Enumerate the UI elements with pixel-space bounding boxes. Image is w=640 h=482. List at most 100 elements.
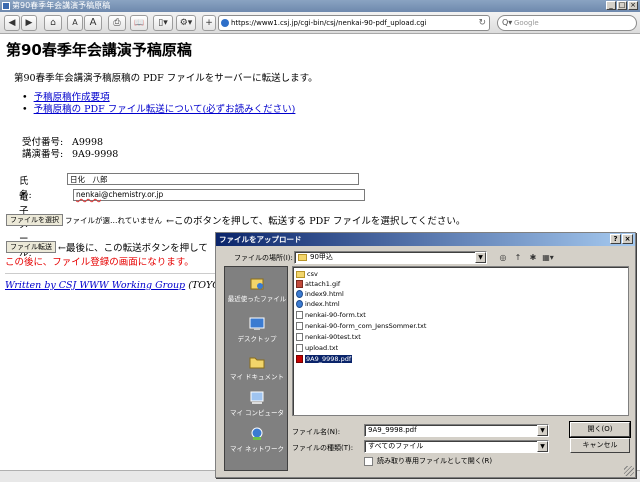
place-my-network[interactable]: マイ ネットワーク <box>225 427 289 453</box>
text-file-icon <box>296 311 303 319</box>
text-file-icon <box>296 322 303 330</box>
maximize-button[interactable]: □ <box>617 1 627 10</box>
documents-folder-icon <box>249 357 265 369</box>
place-label: マイ ネットワーク <box>229 445 285 453</box>
email-prefix: nenkai <box>76 190 102 199</box>
list-item[interactable]: upload.txt <box>296 343 338 353</box>
email-domain: @chemistry.or.jp <box>101 190 164 199</box>
list-item[interactable]: index.html <box>296 299 340 309</box>
url-field[interactable]: https://www1.csj.jp/cgi-bin/csj/nenkai-9… <box>218 15 490 31</box>
font-smaller-button[interactable]: A <box>67 15 83 31</box>
globe-icon <box>221 19 229 27</box>
back-folder-icon[interactable]: ◎ <box>497 252 509 263</box>
desktop-icon <box>249 317 265 330</box>
app-icon <box>2 2 10 10</box>
home-button[interactable]: ⌂ <box>44 15 62 31</box>
location-combo[interactable]: 90甲込 ▼ <box>294 251 487 264</box>
pdf-transfer-info-link[interactable]: 予稿原稿の PDF ファイル転送について(必ずお読みください) <box>34 104 296 115</box>
folder-icon <box>296 270 305 278</box>
choose-file-button[interactable]: ファイルを選択 <box>6 214 63 226</box>
place-my-documents[interactable]: マイ ドキュメント <box>225 355 289 381</box>
forward-button[interactable]: ▶ <box>21 15 37 31</box>
transfer-button[interactable]: ファイル転送 <box>6 241 56 253</box>
filetype-select[interactable]: すべてのファイル ▼ <box>364 440 549 453</box>
resize-grip[interactable] <box>624 466 634 476</box>
checkbox-box[interactable] <box>364 456 373 466</box>
view-menu-icon[interactable]: ▦▾ <box>542 252 554 263</box>
cancel-button[interactable]: キャンセル <box>570 438 630 453</box>
info-row: 講演番号: 9A9-9998 <box>22 149 118 161</box>
list-item[interactable]: nenkai-90-form_com_JensSommer.txt <box>296 321 426 331</box>
filename-label: ファイル名(N): <box>292 428 341 436</box>
help-button[interactable]: ? <box>610 234 621 244</box>
submission-info: 受付番号: A9998 講演番号: 9A9-9998 <box>22 137 118 161</box>
transfer-instruction: ←最後に、この転送ボタンを押して <box>58 243 208 254</box>
location-value: 90甲込 <box>310 253 333 261</box>
search-icon[interactable]: Q▾ <box>502 16 512 30</box>
list-item[interactable]: attach1.gif <box>296 279 340 289</box>
url-text: https://www1.csj.jp/cgi-bin/csj/nenkai-9… <box>231 19 427 27</box>
filetype-label: ファイルの種類(T): <box>292 444 354 452</box>
link-list: 予稿原稿作成要項 予稿原稿の PDF ファイル転送について(必ずお読みください) <box>22 92 296 116</box>
list-item: 予稿原稿作成要項 <box>22 92 295 104</box>
search-input[interactable]: Q▾ Google <box>497 15 637 31</box>
name-field[interactable] <box>67 173 359 185</box>
file-list[interactable]: csv attach1.gif index9.html index.html n… <box>292 266 629 416</box>
list-item: 予稿原稿の PDF ファイル転送について(必ずお読みください) <box>22 104 296 116</box>
reload-icon[interactable]: ↻ <box>478 16 486 30</box>
readonly-label: 読み取り専用ファイルとして開く(R) <box>377 457 493 465</box>
chevron-down-icon[interactable]: ▼ <box>537 425 548 436</box>
place-desktop[interactable]: デスクトップ <box>225 317 289 343</box>
transfer-row: ファイル転送 ←最後に、この転送ボタンを押して <box>6 240 208 254</box>
minimize-button[interactable]: _ <box>606 1 616 10</box>
computer-icon <box>250 391 264 404</box>
dialog-titlebar: ファイルをアップロード ? × <box>216 233 635 246</box>
footer: Written by CSJ WWW Working Group (TOYODA… <box>5 280 250 291</box>
chevron-down-icon[interactable]: ▼ <box>537 441 548 452</box>
image-file-icon <box>296 280 303 288</box>
dialog-close-button[interactable]: × <box>622 234 633 244</box>
reception-number-label: 受付番号: <box>22 137 64 148</box>
list-item-selected[interactable]: 9A9_9998.pdf <box>296 354 353 364</box>
back-button[interactable]: ◀ <box>4 15 20 31</box>
chevron-down-icon[interactable]: ▼ <box>475 252 486 263</box>
settings-menu-button[interactable]: ⚙▾ <box>176 15 196 31</box>
filename-value: 9A9_9998.pdf <box>368 426 417 434</box>
place-recent[interactable]: 最近使ったファイル <box>225 277 289 303</box>
info-row: 受付番号: A9998 <box>22 137 118 149</box>
html-file-icon <box>296 300 303 308</box>
page-menu-button[interactable]: ▯▾ <box>153 15 173 31</box>
list-item[interactable]: nenkai-90test.txt <box>296 332 361 342</box>
window-title: 第90春季年会講演予稿原稿 <box>12 1 111 10</box>
divider <box>5 273 235 274</box>
footer-link[interactable]: Written by CSJ WWW Working Group <box>5 280 185 291</box>
place-label: マイ コンピュータ <box>229 409 285 417</box>
new-folder-icon[interactable]: ✱ <box>527 252 539 263</box>
location-label: ファイルの場所(I): <box>234 254 293 262</box>
place-my-computer[interactable]: マイ コンピュータ <box>225 391 289 417</box>
text-file-icon <box>296 333 303 341</box>
close-window-button[interactable]: × <box>628 1 638 10</box>
email-field[interactable]: nenkai@chemistry.or.jp <box>73 189 365 201</box>
up-folder-icon[interactable]: ↑ <box>512 252 524 263</box>
search-placeholder: Google <box>514 19 539 27</box>
bookmarks-button[interactable]: 📖 <box>130 15 148 31</box>
page-title: 第90春季年会講演予稿原稿 <box>6 41 192 59</box>
filename-field[interactable]: 9A9_9998.pdf ▼ <box>364 424 549 437</box>
list-item[interactable]: csv <box>296 269 318 279</box>
intro-text: 第90春季年会講演予稿原稿の PDF ファイルをサーバーに転送します。 <box>14 73 318 84</box>
print-button[interactable]: ⎙ <box>108 15 126 31</box>
next-step-warning: この後に、ファイル登録の画面になります。 <box>5 257 194 268</box>
pdf-file-icon <box>296 355 303 363</box>
list-item[interactable]: index9.html <box>296 289 344 299</box>
places-bar: 最近使ったファイル デスクトップ マイ ドキュメント マイ コンピュータ マイ … <box>224 266 288 471</box>
font-larger-button[interactable]: A <box>84 15 102 31</box>
html-file-icon <box>296 290 303 298</box>
readonly-checkbox[interactable]: 読み取り専用ファイルとして開く(R) <box>364 456 492 466</box>
list-item[interactable]: nenkai-90-form.txt <box>296 310 366 320</box>
guidelines-link[interactable]: 予稿原稿作成要項 <box>34 92 110 103</box>
lecture-number-value: 9A9-9998 <box>72 149 119 160</box>
open-button[interactable]: 開く(O) <box>569 421 631 438</box>
add-bookmark-button[interactable]: + <box>202 15 216 31</box>
lecture-number-label: 講演番号: <box>22 149 64 160</box>
